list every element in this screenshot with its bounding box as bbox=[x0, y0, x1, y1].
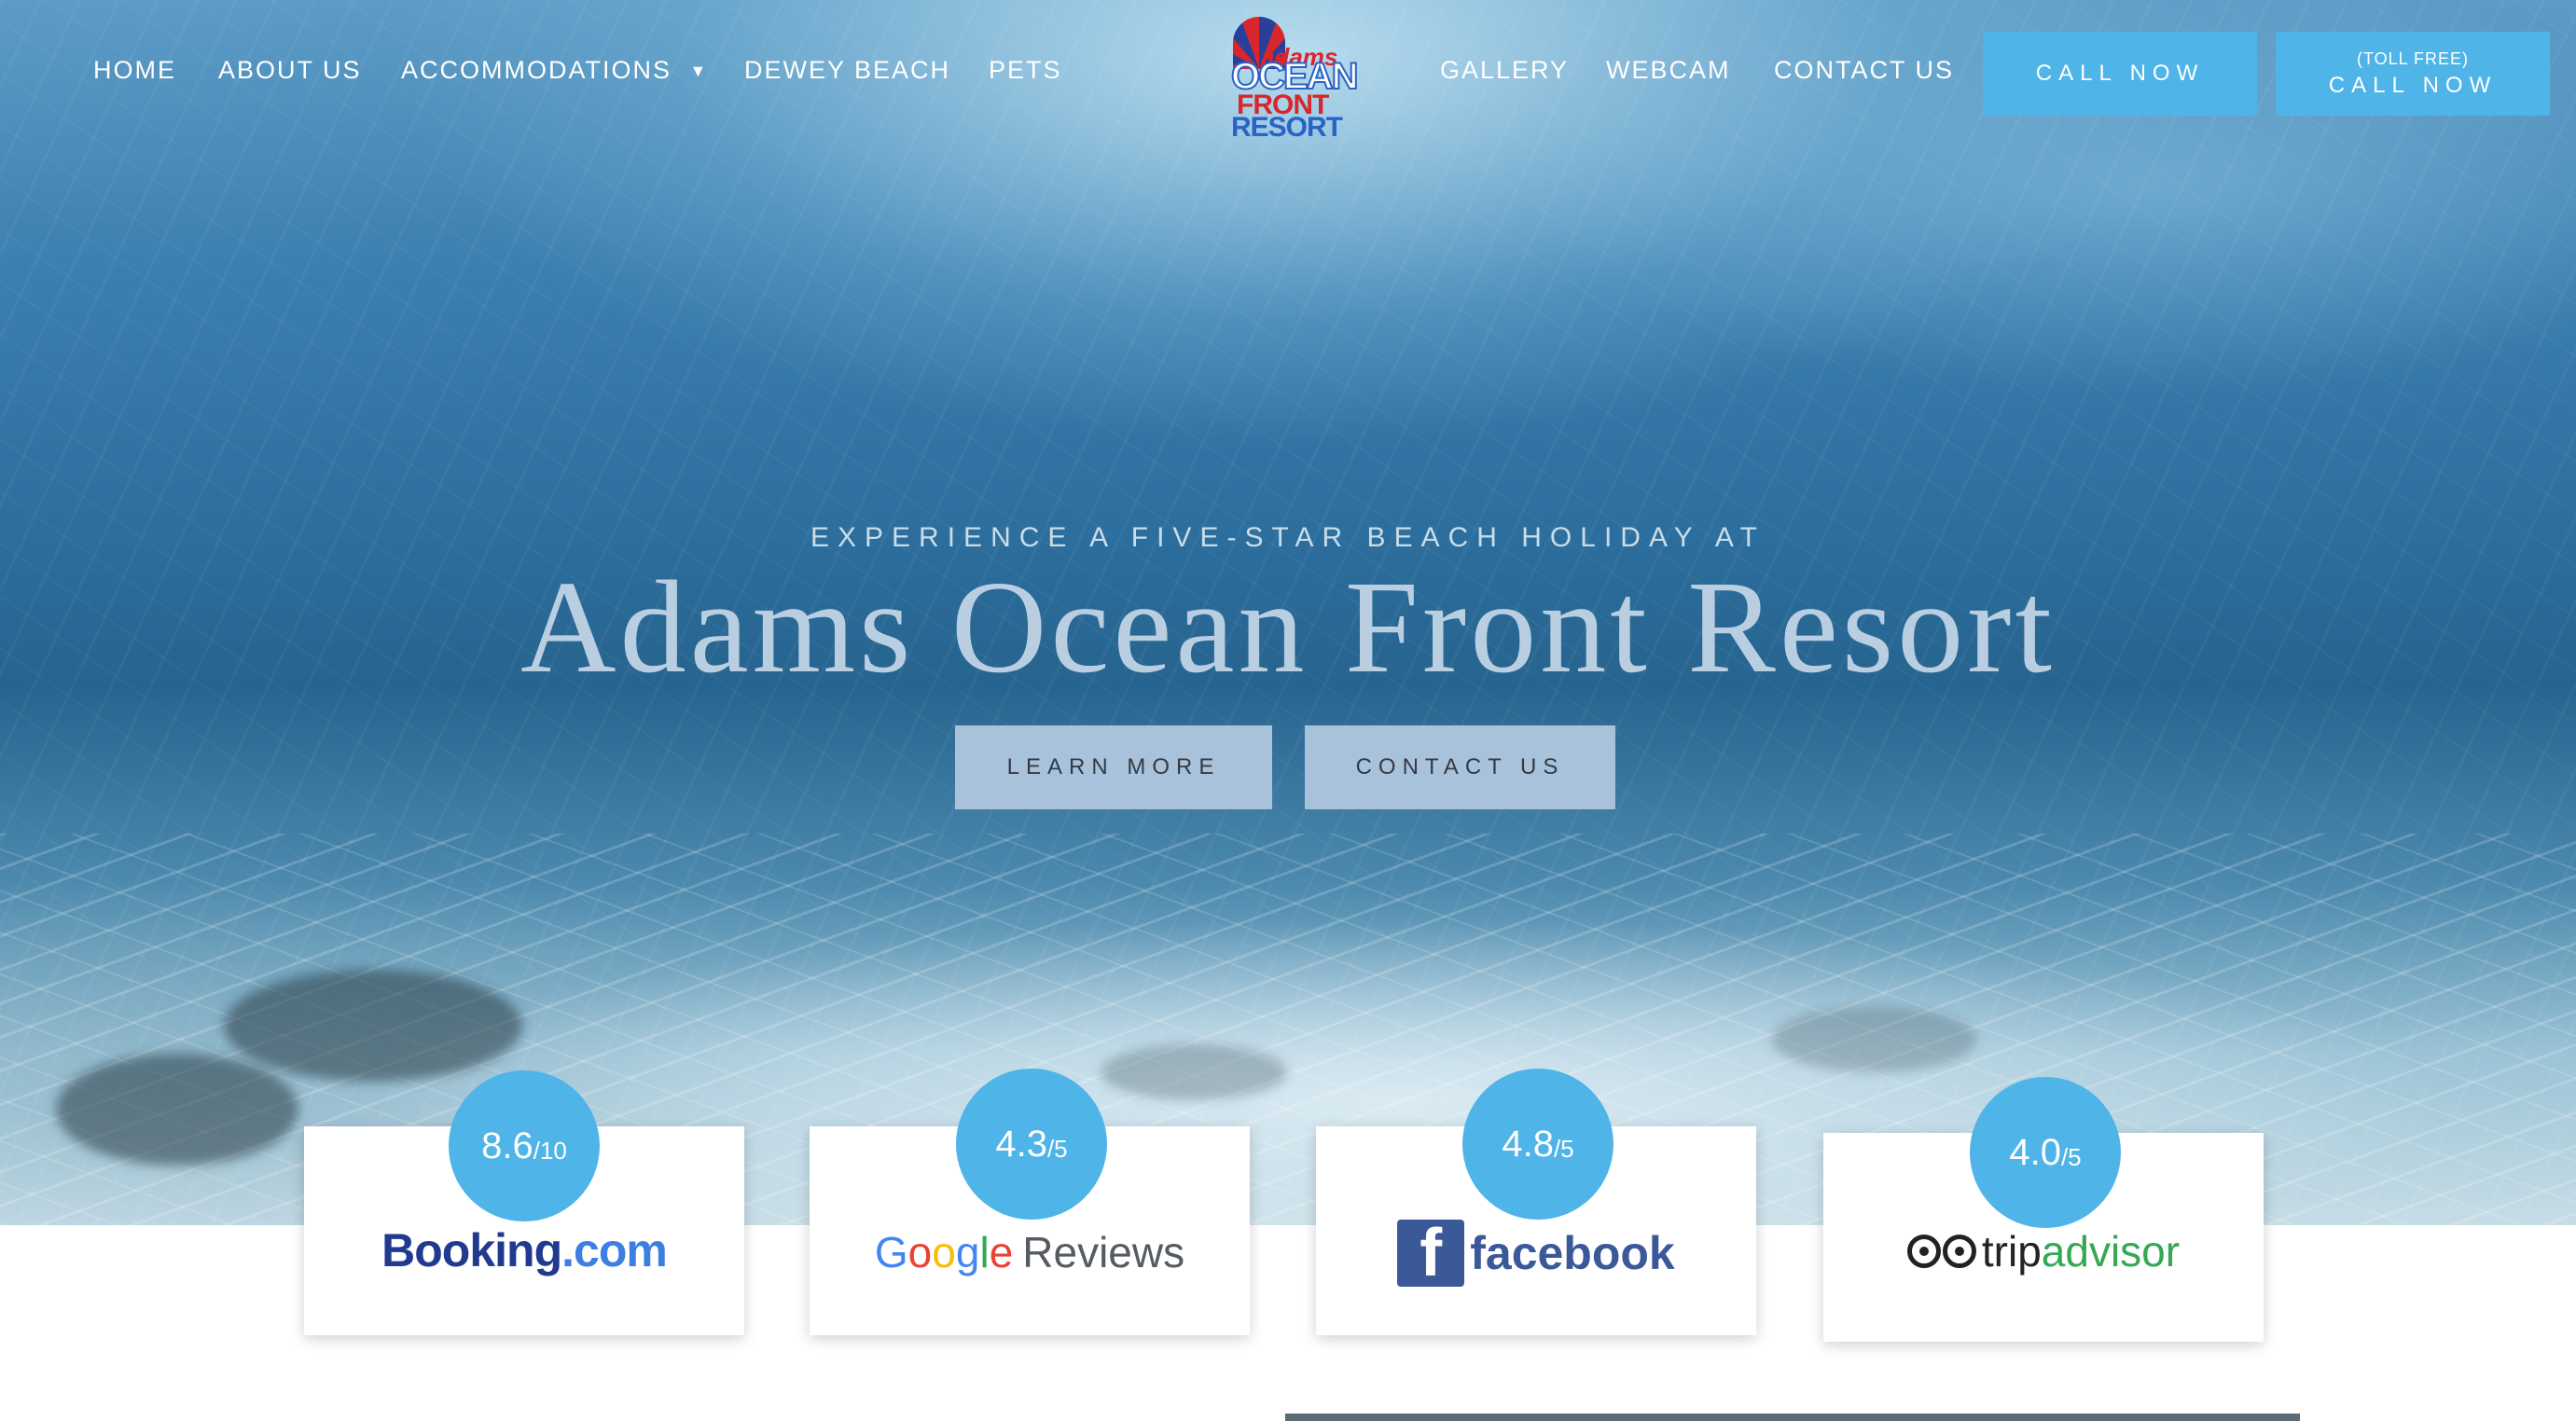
owl-eyes-icon bbox=[1906, 1235, 1976, 1268]
call-now-button[interactable]: CALL NOW bbox=[1983, 32, 2257, 116]
contact-us-button[interactable]: CONTACT US bbox=[1305, 725, 1615, 809]
learn-more-button[interactable]: LEARN MORE bbox=[955, 725, 1272, 809]
rating-card-google[interactable]: 4.3/5 Google Reviews bbox=[810, 1069, 1250, 1335]
nav-pets[interactable]: PETS bbox=[989, 56, 1062, 85]
nav-gallery[interactable]: GALLERY bbox=[1440, 56, 1569, 85]
facebook-logo: f facebook bbox=[1316, 1220, 1756, 1287]
booking-logo-suffix: .com bbox=[561, 1224, 668, 1276]
google-reviews-text: Reviews bbox=[1022, 1228, 1185, 1276]
nav-about-us[interactable]: ABOUT US bbox=[218, 56, 362, 85]
top-navigation: HOME ABOUT US ACCOMMODATIONS ▼ DEWEY BEA… bbox=[0, 0, 2576, 149]
toll-free-note: (TOLL FREE) bbox=[2356, 48, 2470, 68]
nav-dewey-beach[interactable]: DEWEY BEACH bbox=[744, 56, 950, 85]
rock bbox=[224, 970, 522, 1082]
tripadvisor-logo: tripadvisor bbox=[1823, 1226, 2264, 1276]
rating-badge: 4.8/5 bbox=[1462, 1069, 1613, 1220]
rock bbox=[1772, 1007, 1977, 1072]
nav-contact-us[interactable]: CONTACT US bbox=[1774, 56, 1954, 85]
google-logo-text: Google bbox=[874, 1228, 1014, 1276]
rating-badge: 4.3/5 bbox=[956, 1069, 1107, 1220]
nav-home[interactable]: HOME bbox=[93, 56, 176, 85]
rating-badge: 8.6/10 bbox=[449, 1070, 600, 1221]
resort-logo[interactable]: adams OCEAN FRONT RESORT bbox=[1224, 15, 1359, 143]
hero-eyebrow: EXPERIENCE A FIVE-STAR BEACH HOLIDAY AT bbox=[810, 522, 1766, 553]
rock bbox=[56, 1054, 298, 1166]
toll-free-call-button[interactable]: (TOLL FREE) CALL NOW bbox=[2276, 32, 2550, 116]
facebook-logo-text: facebook bbox=[1470, 1227, 1675, 1279]
nav-webcam[interactable]: WEBCAM bbox=[1606, 56, 1731, 85]
rating-scale: /5 bbox=[2060, 1142, 2082, 1171]
chevron-down-icon: ▼ bbox=[689, 62, 709, 81]
logo-text-resort: RESORT bbox=[1231, 112, 1343, 143]
rock bbox=[1101, 1044, 1287, 1100]
toll-free-call-label: CALL NOW bbox=[2328, 72, 2498, 98]
rating-score: 4.3 bbox=[995, 1123, 1047, 1165]
rating-score: 4.0 bbox=[2009, 1131, 2061, 1173]
rating-card-booking[interactable]: 8.6/10 Booking.com bbox=[304, 1070, 744, 1335]
booking-logo: Booking.com bbox=[304, 1223, 744, 1277]
rating-score: 8.6 bbox=[481, 1124, 533, 1166]
rating-card-facebook[interactable]: 4.8/5 f facebook bbox=[1316, 1069, 1756, 1335]
rating-card-tripadvisor[interactable]: 4.0/5 tripadvisor bbox=[1823, 1077, 2264, 1342]
nav-accommodations[interactable]: ACCOMMODATIONS ▼ bbox=[401, 56, 708, 85]
hero-headline: Adams Ocean Front Resort bbox=[520, 553, 2056, 700]
rating-badge: 4.0/5 bbox=[1970, 1077, 2121, 1228]
facebook-icon: f bbox=[1397, 1220, 1465, 1287]
rating-scale: /5 bbox=[1046, 1134, 1068, 1163]
next-section-image-edge bbox=[1285, 1414, 2300, 1421]
nav-accommodations-label: ACCOMMODATIONS bbox=[401, 56, 672, 84]
tripadvisor-logo-suffix: advisor bbox=[2041, 1227, 2181, 1276]
rating-scale: /5 bbox=[1553, 1134, 1574, 1163]
call-now-label: CALL NOW bbox=[2035, 61, 2205, 86]
booking-logo-text: Booking bbox=[381, 1224, 562, 1276]
tripadvisor-logo-text: trip bbox=[1981, 1227, 2042, 1276]
rating-score: 4.8 bbox=[1502, 1123, 1554, 1165]
rating-scale: /10 bbox=[533, 1136, 567, 1165]
google-reviews-logo: Google Reviews bbox=[810, 1227, 1250, 1277]
